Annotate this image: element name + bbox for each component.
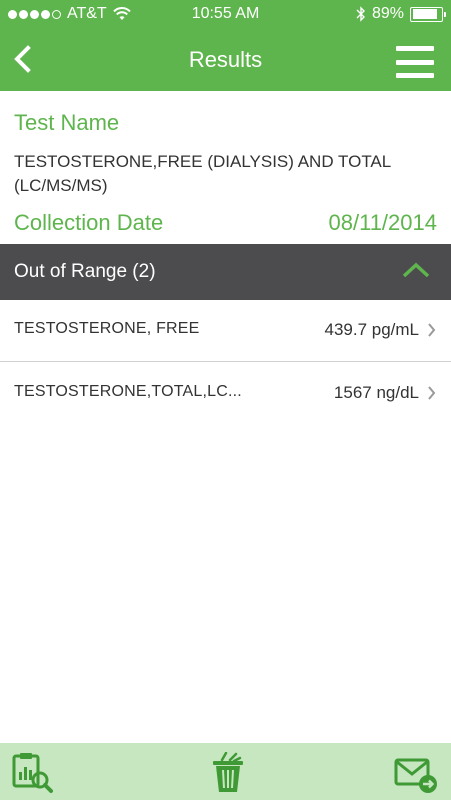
mail-send-icon[interactable] — [394, 752, 438, 794]
menu-line — [396, 46, 434, 51]
battery-fill — [412, 9, 438, 19]
status-bar: AT&T 10:55 AM 89% — [0, 0, 451, 30]
result-name: TESTOSTERONE, FREE — [14, 320, 200, 337]
page-title: Results — [188, 47, 263, 72]
menu-line — [396, 73, 434, 78]
trash-icon[interactable] — [206, 752, 250, 794]
collection-date-label: Collection Date — [14, 210, 164, 235]
battery-percent: 89% — [371, 5, 404, 22]
chevron-up-icon[interactable] — [401, 260, 431, 280]
results-screen: AT&T 10:55 AM 89% Results Test Name TEST… — [0, 0, 451, 800]
section-title: Out of Range (2) — [14, 261, 156, 282]
bottom-toolbar — [0, 743, 451, 800]
out-of-range-header[interactable]: Out of Range (2) — [0, 244, 451, 300]
chevron-right-icon — [428, 323, 436, 337]
top-bar: AT&T 10:55 AM 89% Results — [0, 0, 451, 91]
hamburger-menu-icon[interactable] — [396, 46, 434, 78]
menu-line — [396, 59, 434, 65]
bluetooth-icon — [356, 6, 365, 22]
result-row[interactable]: TESTOSTERONE, FREE 439.7 pg/mL — [0, 300, 451, 362]
result-name: TESTOSTERONE,TOTAL,LC... — [14, 383, 242, 400]
report-search-icon[interactable] — [10, 752, 54, 794]
battery-icon — [410, 6, 446, 22]
status-right: 89% — [356, 5, 446, 23]
result-value: 439.7 pg/mL — [324, 320, 419, 339]
test-name-label: Test Name — [14, 110, 120, 135]
nav-bar: Results — [0, 30, 451, 91]
result-row[interactable]: TESTOSTERONE,TOTAL,LC... 1567 ng/dL — [0, 363, 451, 425]
result-value: 1567 ng/dL — [333, 383, 419, 402]
collection-date-value: 08/11/2014 — [328, 210, 437, 235]
test-name-value: TESTOSTERONE,FREE (DIALYSIS) AND TOTAL (… — [14, 152, 391, 195]
chevron-right-icon — [428, 386, 436, 400]
